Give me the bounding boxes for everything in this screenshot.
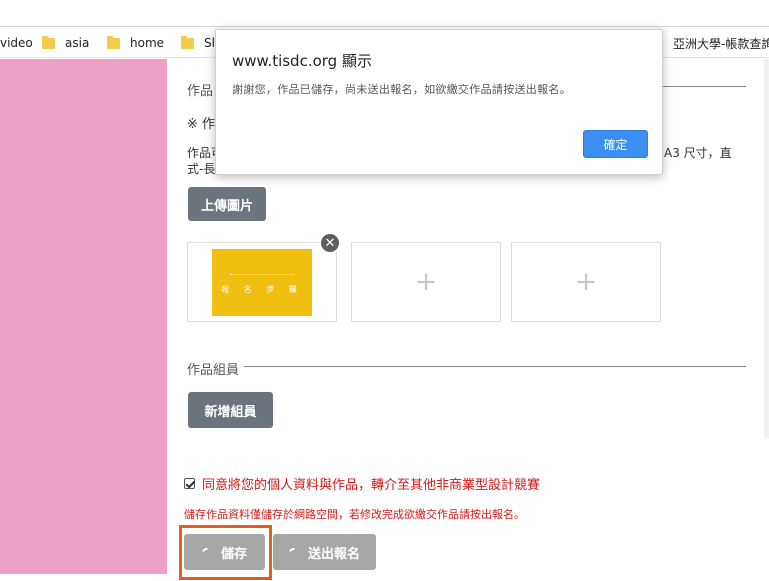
remove-image-button[interactable]: ✕ xyxy=(319,232,341,254)
image-slot-3[interactable]: + xyxy=(511,242,661,322)
image-slot-2[interactable]: + xyxy=(351,242,501,322)
alert-dialog: www.tisdc.org 顯示 謝謝您，作品已儲存，尚未送出報名，如欲繳交作品… xyxy=(215,29,663,175)
bookmark-label: home xyxy=(130,36,165,50)
plus-icon: + xyxy=(575,267,597,297)
bookmark-label: 亞洲大學-帳款查詢 xyxy=(673,36,769,51)
save-note: 儲存作品資料僅儲存於網路空間，若修改完成欲繳交作品請按出報名。 xyxy=(184,508,525,521)
folder-icon xyxy=(107,35,120,49)
uploaded-image-text: 報 名 步 驟 xyxy=(221,285,303,294)
upload-description-end: A3 尺寸，直 xyxy=(664,146,732,160)
bookmark-label: video xyxy=(0,36,33,50)
bookmark-video[interactable]: video xyxy=(0,35,33,51)
plus-icon: + xyxy=(415,267,437,297)
submit-entry-button[interactable]: 送出報名 xyxy=(273,534,376,570)
upload-note: ※ 作 xyxy=(187,117,216,132)
members-divider xyxy=(244,366,746,367)
save-button-highlight xyxy=(179,525,272,580)
dialog-ok-button[interactable]: 確定 xyxy=(583,130,648,158)
submit-button-label: 送出報名 xyxy=(307,546,360,562)
bookmark-label: Sl xyxy=(204,36,215,50)
consent-checkbox[interactable] xyxy=(184,478,195,489)
bookmark-asia-university[interactable]: 亞洲大學-帳款查詢 xyxy=(673,35,769,51)
upload-description-line2: 式-長 xyxy=(187,162,216,176)
browser-address-area xyxy=(0,0,769,27)
loading-spinner-icon xyxy=(287,545,300,559)
upload-image-button[interactable]: 上傳圖片 xyxy=(188,187,266,221)
section-works-label: 作品 xyxy=(187,84,214,99)
members-section-label: 作品組員 xyxy=(187,363,240,378)
bookmark-home[interactable]: home xyxy=(107,35,164,51)
close-icon: ✕ xyxy=(324,235,336,251)
scrollbar-track[interactable] xyxy=(764,59,769,439)
image-slot-1[interactable]: 報 名 步 驟 xyxy=(187,242,337,322)
add-member-button[interactable]: 新增組員 xyxy=(188,392,273,428)
consent-row: 同意將您的個人資料與作品，轉介至其他非商業型設計競賽 xyxy=(184,474,540,493)
section-divider xyxy=(660,86,746,87)
side-panel xyxy=(0,59,167,574)
bookmark-asia[interactable]: asia xyxy=(42,35,89,51)
consent-text: 同意將您的個人資料與作品，轉介至其他非商業型設計競賽 xyxy=(202,478,541,493)
bookmark-label: asia xyxy=(65,36,90,50)
dialog-title: www.tisdc.org 顯示 xyxy=(232,52,372,70)
image-decoration xyxy=(230,274,294,276)
dialog-message: 謝謝您，作品已儲存，尚未送出報名，如欲繳交作品請按送出報名。 xyxy=(232,83,571,96)
folder-icon xyxy=(42,35,55,49)
folder-icon xyxy=(181,35,194,49)
bookmark-sl[interactable]: Sl xyxy=(181,35,215,51)
uploaded-image: 報 名 步 驟 xyxy=(212,249,312,316)
